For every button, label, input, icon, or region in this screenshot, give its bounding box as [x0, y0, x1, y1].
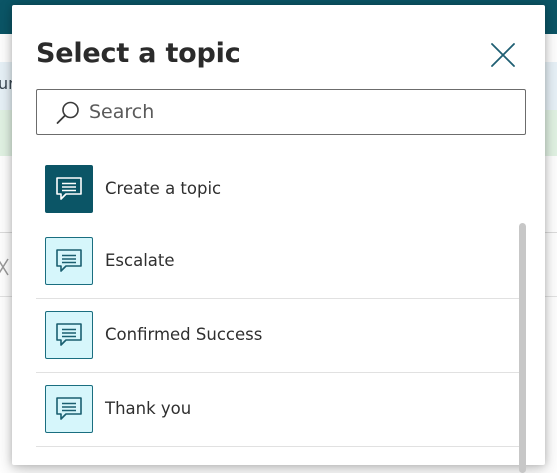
partial-icon [0, 258, 9, 276]
topic-item-escalate[interactable]: Escalate [36, 225, 520, 299]
search-icon [56, 101, 79, 124]
chat-bubble-icon [45, 385, 93, 433]
close-icon [491, 43, 515, 67]
topic-item-confirmed-success[interactable]: Confirmed Success [36, 299, 520, 373]
topic-label: Thank you [105, 399, 192, 418]
chat-bubble-icon [45, 311, 93, 359]
topic-label: Create a topic [105, 179, 222, 198]
topic-item-create-a-topic[interactable]: Create a topic [36, 153, 520, 225]
dialog-title: Select a topic [36, 38, 241, 69]
topic-label: Escalate [105, 251, 175, 270]
close-button[interactable] [487, 39, 519, 71]
topic-item-thank-you[interactable]: Thank you [36, 373, 520, 447]
chat-bubble-icon [45, 237, 93, 285]
scrollbar-thumb[interactable] [519, 223, 526, 473]
search-input[interactable] [89, 90, 509, 134]
select-topic-dialog: Select a topic Create a topic [12, 5, 545, 473]
topic-label: Confirmed Success [105, 325, 263, 344]
topic-list: Create a topic Escalate Confirmed Succes… [36, 153, 520, 447]
chat-bubble-icon [45, 165, 93, 213]
search-box[interactable] [36, 89, 526, 135]
